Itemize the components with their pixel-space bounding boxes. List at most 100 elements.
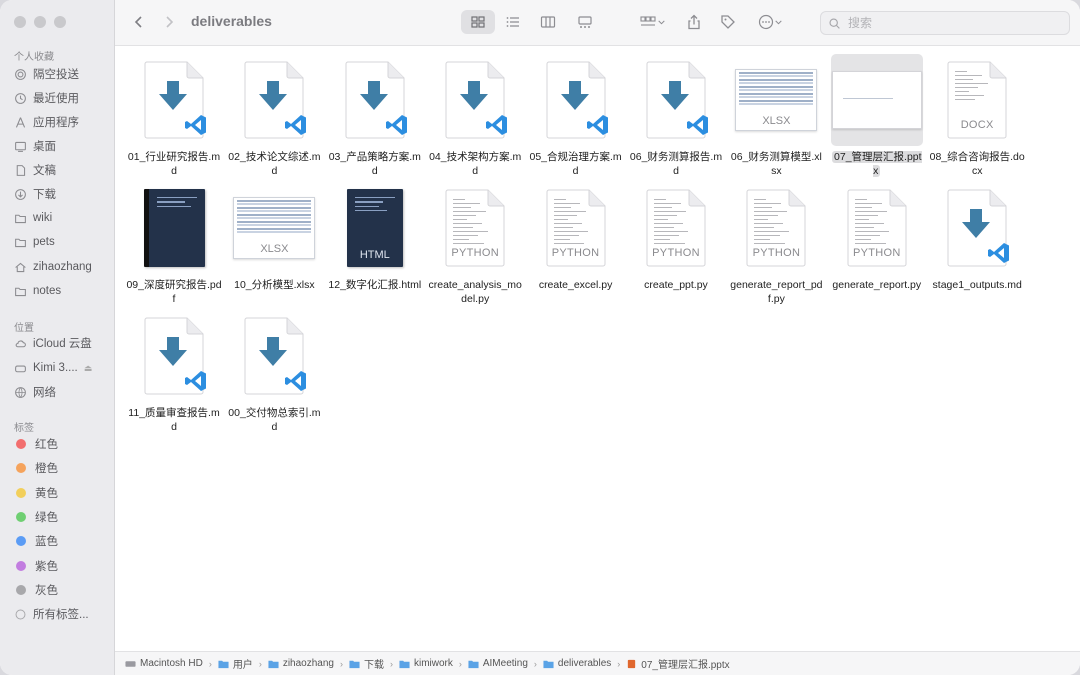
column-view-button[interactable] [536, 10, 560, 34]
zoom-button[interactable] [54, 16, 66, 28]
path-crumb[interactable]: 下载 [349, 656, 384, 671]
forward-button[interactable] [159, 10, 179, 34]
tag-dot-icon [16, 560, 26, 571]
file-item[interactable]: stage1_outputs.md [927, 182, 1027, 292]
file-item[interactable]: PYTHON create_analysis_model.py [425, 182, 525, 306]
sidebar-item-network[interactable]: 网络 [14, 382, 56, 402]
file-name: 07_管理层汇报.pptx [832, 151, 922, 177]
file-item[interactable]: XLSX 10_分析模型.xlsx [224, 182, 324, 292]
file-item[interactable]: 09_深度研究报告.pdf [124, 182, 224, 306]
sidebar-item-recents[interactable]: 最近使用 [14, 88, 79, 108]
file-icon-wrap [830, 54, 923, 146]
group-by-button[interactable] [635, 10, 669, 34]
chevron-down-icon [657, 20, 665, 25]
vscode-icon [385, 115, 407, 135]
file-item[interactable]: HTML 12_数字化汇报.html [325, 182, 425, 292]
file-item[interactable]: 06_财务测算报告.md [626, 54, 726, 178]
sidebar-item-downloads[interactable]: 下载 [14, 184, 56, 204]
file-item[interactable]: PYTHON generate_report.py [827, 182, 927, 292]
pdf-thumbnail-icon [143, 189, 205, 267]
file-name: generate_report.py [832, 279, 922, 291]
path-crumb[interactable]: deliverables [543, 658, 611, 669]
sidebar-tag-item[interactable]: 黄色 [14, 483, 58, 503]
sidebar-item-airdrop[interactable]: 隔空投送 [14, 64, 79, 84]
gallery-view-button[interactable] [573, 10, 597, 34]
text-preview-lines [553, 199, 594, 247]
list-view-button[interactable] [501, 10, 525, 34]
file-item[interactable]: 00_交付物总索引.md [224, 310, 324, 434]
path-crumb[interactable]: Macintosh HD [125, 658, 203, 669]
sidebar-item-kimi-volume[interactable]: Kimi 3.... ⏏ [14, 358, 92, 378]
file-item[interactable]: 07_管理层汇报.pptx [827, 54, 927, 178]
sidebar-item-all-tags[interactable]: 所有标签... [14, 604, 89, 624]
search-input[interactable] [846, 15, 1060, 31]
file-icon-wrap: PYTHON [831, 182, 923, 274]
python-file-icon: PYTHON [646, 189, 706, 267]
toolbar: deliverables [115, 0, 1080, 46]
back-button[interactable] [129, 10, 149, 34]
sidebar-item-wiki[interactable]: wiki [14, 208, 52, 228]
file-name: 06_财务测算报告.md [629, 151, 723, 177]
tag-dot-icon [16, 536, 26, 547]
file-item[interactable]: PYTHON generate_report_pdf.py [726, 182, 826, 306]
tag-button[interactable] [717, 10, 739, 34]
eject-icon[interactable]: ⏏ [84, 363, 93, 374]
file-name: 10_分析模型.xlsx [234, 279, 315, 291]
sidebar-tag-item[interactable]: 红色 [14, 434, 58, 454]
path-crumb[interactable]: AIMeeting [468, 658, 528, 669]
sidebar-tag-item[interactable]: 灰色 [14, 580, 58, 600]
file-icon-wrap: XLSX [228, 182, 320, 274]
sidebar-tag-item[interactable]: 橙色 [14, 458, 58, 478]
file-item[interactable]: 05_合规治理方案.md [526, 54, 626, 178]
sidebar-tag-item[interactable]: 绿色 [14, 507, 58, 527]
path-crumb[interactable]: kimiwork [399, 658, 453, 669]
sidebar-item-icloud[interactable]: iCloud 云盘 [14, 333, 92, 353]
file-item[interactable]: XLSX 06_财务测算模型.xlsx [726, 54, 826, 178]
file-item[interactable]: 11_质量审查报告.md [124, 310, 224, 434]
html-file-icon: HTML [346, 189, 403, 267]
file-item[interactable]: 03_产品策略方案.md [325, 54, 425, 178]
share-button[interactable] [683, 10, 705, 34]
file-item[interactable]: PYTHON create_ppt.py [626, 182, 726, 292]
sidebar-item-pets[interactable]: pets [14, 232, 55, 252]
sidebar-tag-item[interactable]: 蓝色 [14, 531, 58, 551]
search-field[interactable] [820, 11, 1070, 35]
path-crumb[interactable]: 用户 [218, 656, 253, 671]
minimize-button[interactable] [34, 16, 46, 28]
close-button[interactable] [14, 16, 26, 28]
vscode-icon [586, 115, 608, 135]
markdown-file-icon [546, 61, 608, 139]
sidebar-item-applications[interactable]: 应用程序 [14, 112, 79, 132]
file-item[interactable]: DOCX 08_综合咨询报告.docx [927, 54, 1027, 178]
icon-view-button[interactable] [461, 10, 495, 34]
sidebar-tag-item[interactable]: 紫色 [14, 556, 58, 576]
grid-icon [471, 16, 485, 28]
markdown-file-icon [144, 61, 206, 139]
sidebar-item-desktop[interactable]: 桌面 [14, 136, 56, 156]
python-file-icon: PYTHON [546, 189, 606, 267]
sidebar-item-home[interactable]: zihaozhang [14, 257, 92, 277]
path-separator-icon: › [533, 658, 537, 669]
vscode-icon [687, 115, 708, 135]
file-name: 05_合规治理方案.md [529, 151, 622, 177]
download-arrow-icon [259, 337, 288, 366]
path-separator-icon: › [339, 658, 343, 669]
vscode-icon [988, 243, 1010, 263]
tag-dot-icon [16, 511, 26, 522]
file-icon-wrap: HTML [329, 182, 421, 274]
path-crumb[interactable]: zihaozhang [268, 658, 334, 669]
sidebar-item-notes[interactable]: notes [14, 281, 61, 301]
markdown-file-icon [947, 189, 1010, 267]
path-separator-icon: › [389, 658, 393, 669]
more-actions-button[interactable] [753, 10, 787, 34]
tag-icon [721, 15, 735, 29]
airdrop-icon [15, 68, 26, 80]
document-icon [16, 164, 26, 176]
file-name: 12_数字化汇报.html [328, 279, 422, 291]
file-item[interactable]: 02_技术论文综述.md [224, 54, 324, 178]
file-item[interactable]: 04_技术架构方案.md [425, 54, 525, 178]
file-item[interactable]: 01_行业研究报告.md [124, 54, 224, 178]
path-crumb[interactable]: 07_管理层汇报.pptx [626, 656, 730, 671]
file-item[interactable]: PYTHON create_excel.py [526, 182, 626, 292]
sidebar-item-documents[interactable]: 文稿 [14, 160, 56, 180]
